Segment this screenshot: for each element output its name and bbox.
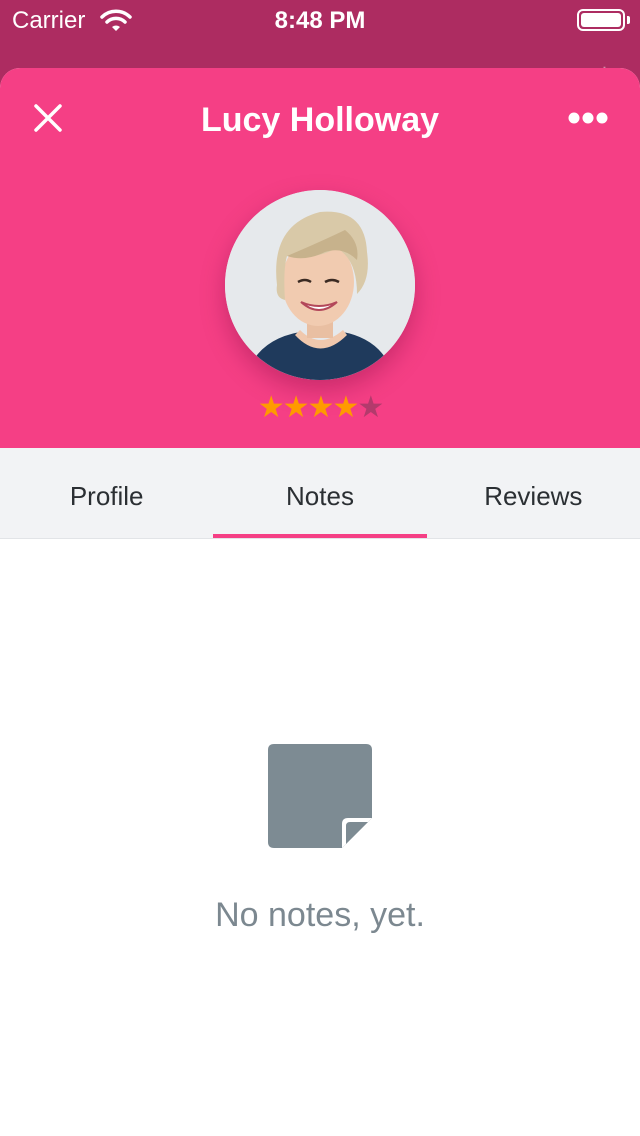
star-filled-icon: ★ <box>332 391 359 424</box>
profile-name: Lucy Holloway <box>200 101 440 139</box>
tab-bar: Profile Notes Reviews <box>0 448 640 539</box>
note-icon <box>268 744 372 853</box>
status-time: 8:48 PM <box>274 7 366 34</box>
tab-profile[interactable]: Profile <box>0 448 213 538</box>
tab-reviews[interactable]: Reviews <box>427 448 640 538</box>
star-filled-icon: ★ <box>257 391 285 424</box>
more-horizontal-icon <box>568 112 608 124</box>
status-bar: Carrier 8:48 PM <box>0 0 640 40</box>
avatar[interactable] <box>225 190 415 380</box>
battery-icon <box>577 9 625 31</box>
star-filled-icon: ★ <box>307 391 335 424</box>
avatar-photo <box>225 190 415 380</box>
star-filled-icon: ★ <box>282 391 310 424</box>
battery-nub <box>627 16 630 24</box>
tab-notes[interactable]: Notes <box>213 448 427 538</box>
more-button[interactable] <box>564 98 612 138</box>
empty-state-message: No notes, yet. <box>215 896 425 934</box>
star-empty-icon: ★ <box>357 391 384 424</box>
profile-header: Lucy Holloway ★★★★★ <box>0 68 640 448</box>
profile-sheet: Lucy Holloway ★★★★★ Profile Notes Review… <box>0 68 640 1136</box>
rating-stars: ★★★★★ <box>0 386 640 430</box>
